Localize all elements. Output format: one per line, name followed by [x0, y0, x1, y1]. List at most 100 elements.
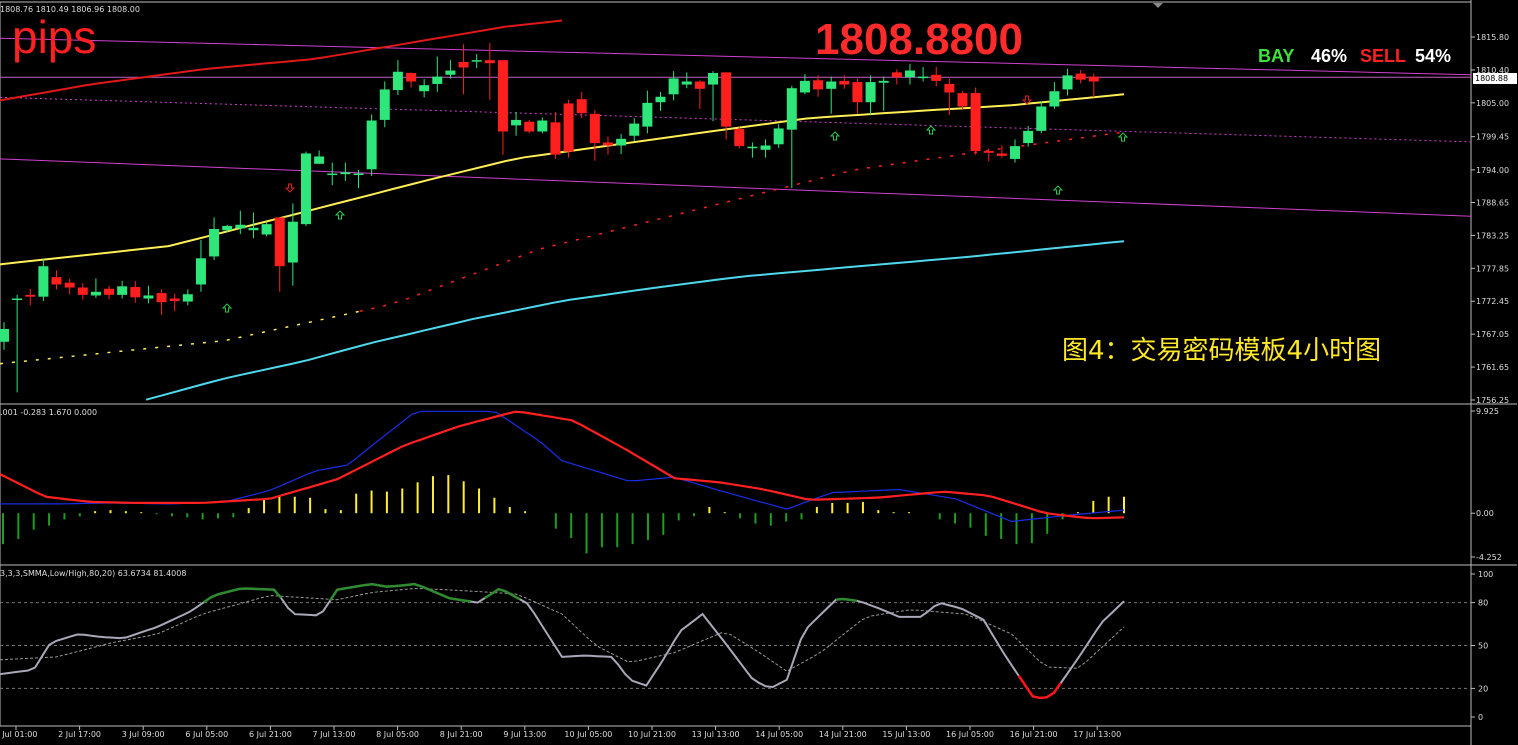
candle-body [406, 72, 417, 82]
candle-body [182, 294, 193, 302]
time-tick-label: 9 Jul 13:00 [503, 730, 546, 739]
stoch-overbought-segment [351, 584, 359, 589]
macd-tick-label: 9.925 [1476, 407, 1499, 416]
stoch-overbought-segment [372, 583, 380, 587]
candle-body [944, 83, 955, 93]
stoch-overbought-segment [442, 594, 451, 600]
shift-marker [1153, 3, 1163, 8]
time-tick-label: 14 Jul 21:00 [819, 730, 867, 739]
candle-body [694, 81, 705, 89]
candle-body [1088, 76, 1099, 82]
candle-body [760, 145, 771, 150]
stoch-overbought-segment [238, 587, 246, 591]
candle-body [983, 150, 994, 153]
candle-body [550, 122, 561, 155]
candle-body [379, 89, 390, 120]
candle-body [300, 153, 311, 225]
macd-label: .001 -0.283 1.670 0.000 [0, 408, 98, 417]
stoch-overbought-segment [336, 587, 345, 591]
stoch-tick-label: 0 [1478, 713, 1483, 722]
candle-body [340, 172, 351, 175]
stoch-tick-label: 20 [1478, 684, 1488, 693]
buy-arrow-icon [829, 131, 841, 141]
buy-arrow-icon [334, 210, 346, 220]
candle-body [1062, 75, 1073, 90]
price-tick-label: 1783.25 [1476, 231, 1509, 240]
buy-percent: 46% [1311, 46, 1348, 66]
macd-signal-line [0, 410, 1125, 520]
candle-body [786, 88, 797, 130]
candle-body [169, 298, 180, 301]
macd-tick-label: -4.252 [1476, 553, 1502, 562]
candle-body [957, 93, 968, 107]
stoch-overbought-segment [835, 597, 844, 601]
candle-body [314, 156, 325, 164]
candle-body [130, 286, 141, 298]
candle-body [392, 71, 403, 91]
candle-body [38, 266, 49, 297]
price-tick-label: 1805.00 [1476, 99, 1509, 108]
time-tick-label: 8 Jul 05:00 [376, 730, 419, 739]
price-tick-label: 1777.85 [1476, 264, 1509, 273]
buy-arrow-icon [1052, 185, 1064, 195]
stoch-overbought-segment [217, 591, 226, 596]
candle-body [629, 123, 640, 136]
stoch-overbought-segment [512, 594, 521, 601]
candle-body [668, 78, 679, 95]
stochastic-label: 3,3,3,SMMA,Low/High,80,20) 63.6734 81.40… [0, 569, 187, 578]
candle-body [996, 153, 1007, 156]
candle-body [865, 82, 876, 103]
stoch-overbought-segment [414, 582, 422, 588]
candle-body [734, 129, 745, 147]
candle-body [563, 103, 574, 152]
buy-label: BAY [1258, 46, 1295, 66]
stoch-oversold-segment [1032, 695, 1040, 700]
candle-body [261, 224, 272, 235]
buy-arrow-icon [221, 303, 233, 313]
stoch-oversold-segment [1052, 682, 1062, 694]
candle-body [248, 227, 259, 231]
candle-body [117, 286, 128, 295]
time-tick-label: 1 Jul 01:00 [0, 730, 37, 739]
candle-body [235, 224, 246, 229]
candle-body [1036, 106, 1047, 131]
time-tick-label: 3 Jul 09:00 [122, 730, 165, 739]
candle-body [813, 80, 824, 90]
candle-body [681, 81, 692, 85]
candle-body [602, 142, 613, 146]
time-tick-label: 14 Jul 05:00 [755, 730, 803, 739]
current-price-tag: 1808.88 [1473, 73, 1517, 84]
candle-body [1010, 146, 1021, 159]
candle-body [1075, 73, 1086, 80]
time-tick-label: 16 Jul 21:00 [1010, 730, 1058, 739]
stoch-tick-label: 50 [1478, 642, 1488, 651]
chart-canvas[interactable]: 1815.801810.401805.001799.451794.001788.… [0, 0, 1518, 745]
candle-body [51, 277, 62, 285]
candle-body [931, 74, 942, 81]
candle-body [878, 80, 889, 83]
sell-label: SELL [1360, 46, 1407, 66]
candle-body [77, 287, 88, 295]
stoch-overbought-segment [498, 588, 507, 593]
mt4-chart-window: 1815.80 1810.40 1805.00 1799.45 1794.00 1788.… [0, 0, 1518, 745]
stoch-oversold-segment [1024, 685, 1034, 698]
candle-body [904, 70, 915, 78]
stoch-signal-line [0, 588, 1125, 672]
stoch-overbought-segment [273, 588, 282, 599]
stoch-overbought-segment [428, 588, 437, 594]
candle-body [589, 113, 600, 144]
candle-body [471, 60, 482, 62]
candle-body [826, 81, 837, 89]
price-axis: 1815.801810.401805.001799.451794.001788.… [1471, 33, 1509, 405]
candle-body [918, 76, 929, 79]
candle-body [195, 258, 206, 285]
support-dash-yellow [0, 310, 360, 365]
macd-window: 9.925 0.00 -4.252 [0, 407, 1502, 562]
yellow-ma [0, 93, 1125, 266]
stoch-overbought-segment [407, 582, 415, 587]
sell-percent: 54% [1415, 46, 1452, 66]
candle-body [511, 119, 522, 126]
price-tick-label: 1815.80 [1476, 33, 1509, 42]
candle-body [484, 60, 495, 64]
stoch-overbought-segment [344, 586, 352, 590]
